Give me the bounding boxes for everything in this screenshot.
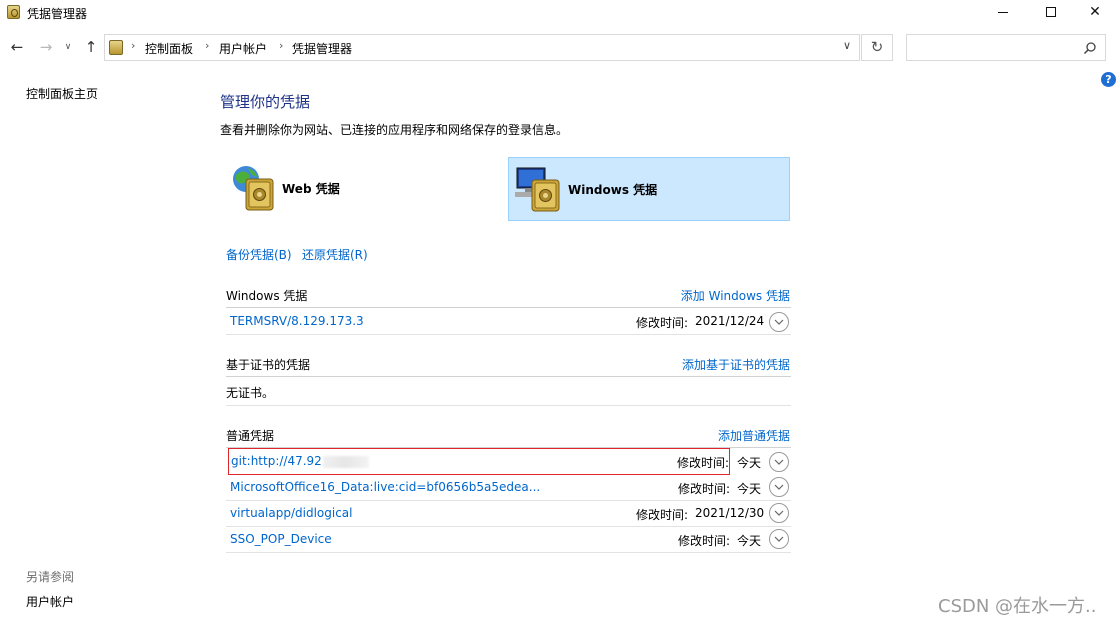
credential-row[interactable]: SSO_POP_Device 修改时间: 今天 xyxy=(226,527,791,553)
breadcrumb-control-panel[interactable]: 控制面板 xyxy=(145,40,193,57)
expand-button[interactable] xyxy=(769,452,789,472)
address-bar[interactable]: › 控制面板 › 用户帐户 › 凭据管理器 ∨ xyxy=(104,34,860,61)
refresh-button[interactable]: ↻ xyxy=(861,34,893,61)
modified-label: 修改时间: xyxy=(677,456,730,470)
page-description: 查看并删除你为网站、已连接的应用程序和网络保存的登录信息。 xyxy=(220,123,569,137)
minimize-icon xyxy=(998,11,1008,13)
search-icon[interactable] xyxy=(1083,41,1097,55)
breadcrumb-separator[interactable]: › xyxy=(131,39,135,52)
back-button[interactable]: ← xyxy=(7,37,27,57)
title-bar: 凭据管理器 ✕ xyxy=(0,0,1116,26)
credential-name[interactable]: virtualapp/didlogical xyxy=(230,506,352,520)
close-icon: ✕ xyxy=(1089,4,1101,20)
user-accounts-link[interactable]: 用户帐户 xyxy=(26,593,74,610)
expand-button[interactable] xyxy=(769,529,789,549)
credential-name[interactable]: git:http://47.92 xyxy=(231,454,369,468)
address-dropdown-icon[interactable]: ∨ xyxy=(843,39,851,52)
credential-name[interactable]: TERMSRV/8.129.173.3 xyxy=(230,314,364,328)
modified-label: 修改时间: xyxy=(636,508,689,522)
forward-button[interactable]: → xyxy=(36,37,56,57)
refresh-icon: ↻ xyxy=(870,38,884,56)
recent-locations-dropdown[interactable]: ∨ xyxy=(62,37,74,57)
search-input[interactable] xyxy=(911,39,1081,57)
credential-name[interactable]: MicrosoftOffice16_Data:live:cid=bf0656b5… xyxy=(230,480,540,494)
modified-value: 今天 xyxy=(737,482,762,496)
chevron-down-icon xyxy=(774,459,784,465)
up-button[interactable]: ↑ xyxy=(81,37,101,57)
backup-credentials-link[interactable]: 备份凭据(B) xyxy=(226,246,292,263)
certificate-credentials-section-title: 基于证书的凭据 xyxy=(226,358,311,372)
chevron-down-icon xyxy=(774,484,784,490)
control-panel-home-link[interactable]: 控制面板主页 xyxy=(26,85,98,102)
windows-credential-vault-icon xyxy=(515,167,560,212)
breadcrumb-credential-manager[interactable]: 凭据管理器 xyxy=(292,40,352,57)
breadcrumb-separator[interactable]: › xyxy=(205,39,209,52)
control-panel-icon xyxy=(109,40,123,55)
web-credentials-label: Web 凭据 xyxy=(282,182,340,196)
modified-label: 修改时间: xyxy=(678,534,731,548)
expand-button[interactable] xyxy=(769,503,789,523)
generic-credentials-section-title: 普通凭据 xyxy=(226,429,275,443)
breadcrumb-separator[interactable]: › xyxy=(279,39,283,52)
credential-row[interactable]: MicrosoftOffice16_Data:live:cid=bf0656b5… xyxy=(226,475,791,501)
credential-row[interactable]: virtualapp/didlogical 修改时间: 2021/12/30 xyxy=(226,501,791,527)
chevron-down-icon xyxy=(774,319,784,325)
page-title: 管理你的凭据 xyxy=(220,93,311,111)
web-credentials-tab[interactable]: Web 凭据 xyxy=(226,157,508,221)
windows-credentials-section-title: Windows 凭据 xyxy=(226,289,308,303)
window-title: 凭据管理器 xyxy=(27,7,88,21)
chevron-down-icon xyxy=(774,536,784,542)
chevron-down-icon xyxy=(774,510,784,516)
web-credential-vault-icon xyxy=(233,166,274,211)
modified-value: 今天 xyxy=(737,534,762,548)
windows-credentials-label: Windows 凭据 xyxy=(568,183,658,197)
close-button[interactable]: ✕ xyxy=(1072,0,1116,26)
restore-credentials-link[interactable]: 还原凭据(R) xyxy=(302,246,368,263)
expand-button[interactable] xyxy=(769,312,789,332)
maximize-button[interactable] xyxy=(1028,0,1074,26)
credential-name[interactable]: SSO_POP_Device xyxy=(230,532,332,546)
watermark: CSDN @在水一方.. xyxy=(938,596,1097,617)
credential-row[interactable]: TERMSRV/8.129.173.3 修改时间: 2021/12/24 xyxy=(226,309,791,335)
credential-row-highlighted[interactable]: git:http://47.92 修改时间: xyxy=(228,448,730,475)
help-icon[interactable]: ? xyxy=(1101,72,1116,87)
add-windows-credential-link[interactable]: 添加 Windows 凭据 xyxy=(681,287,790,304)
modified-label: 修改时间: xyxy=(636,316,689,330)
modified-value: 2021/12/30 xyxy=(695,506,765,520)
no-certificates-text: 无证书。 xyxy=(226,386,275,400)
expand-button[interactable] xyxy=(769,477,789,497)
see-also-label: 另请参阅 xyxy=(26,570,75,584)
add-generic-credential-link[interactable]: 添加普通凭据 xyxy=(718,427,790,444)
search-box[interactable] xyxy=(906,34,1106,61)
modified-label: 修改时间: xyxy=(678,482,731,496)
section-divider xyxy=(226,405,791,406)
redacted-text xyxy=(322,455,369,468)
minimize-button[interactable] xyxy=(980,0,1026,26)
add-certificate-credential-link[interactable]: 添加基于证书的凭据 xyxy=(682,356,790,373)
modified-value: 2021/12/24 xyxy=(695,314,765,328)
maximize-icon xyxy=(1046,7,1056,17)
modified-value: 今天 xyxy=(737,456,762,470)
breadcrumb-user-accounts[interactable]: 用户帐户 xyxy=(219,40,267,57)
windows-credentials-tab[interactable]: Windows 凭据 xyxy=(508,157,790,221)
section-divider xyxy=(226,307,791,308)
credential-manager-icon xyxy=(7,5,20,19)
section-divider xyxy=(226,376,791,377)
